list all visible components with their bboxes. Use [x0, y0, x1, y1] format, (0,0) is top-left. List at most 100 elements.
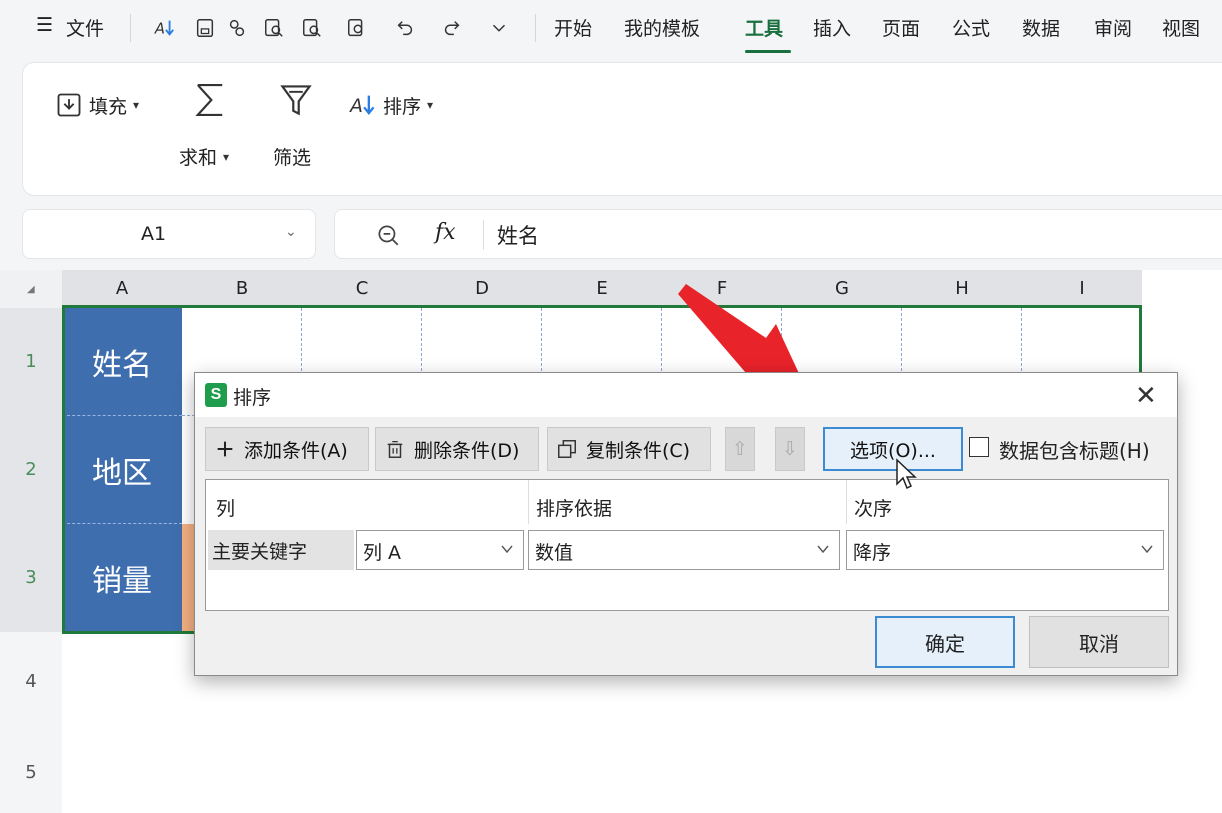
sort-dialog: S 排序 ✕ 添加条件(A) 删除条件(D) 复制条件(C) ⇧ ⇩ 选项(O)…: [194, 372, 1178, 676]
grid-divider: [528, 480, 529, 524]
fx-icon[interactable]: fx: [435, 220, 456, 245]
chevron-down-icon: [817, 545, 829, 554]
basis-select-value: 数值: [535, 542, 574, 564]
copy-icon: [558, 440, 576, 458]
dialog-title-bar[interactable]: S 排序 ✕: [195, 373, 1177, 417]
cancel-button[interactable]: 取消: [1029, 616, 1169, 668]
column-basis-header: 排序依据: [536, 498, 613, 520]
add-condition-button[interactable]: 添加条件(A): [205, 427, 369, 471]
tab-data[interactable]: 数据: [1022, 14, 1060, 41]
plus-icon: [217, 441, 233, 457]
row-header-5[interactable]: 5: [0, 732, 62, 813]
copy-condition-button[interactable]: 复制条件(C): [547, 427, 711, 471]
filter-icon[interactable]: [277, 81, 315, 119]
find-icon[interactable]: [300, 14, 324, 42]
menu-hamburger-icon[interactable]: ☰: [36, 14, 53, 36]
fill-label: 填充: [89, 95, 128, 118]
delete-condition-button[interactable]: 删除条件(D): [375, 427, 539, 471]
order-select-value: 降序: [853, 542, 892, 564]
name-box[interactable]: A1 ⌄: [22, 209, 316, 259]
order-select[interactable]: 降序: [846, 530, 1164, 570]
column-header-d[interactable]: D: [422, 270, 542, 308]
sort-dropdown-icon: ▾: [427, 98, 434, 112]
move-up-button[interactable]: ⇧: [725, 427, 755, 471]
column-col-header: 列: [216, 498, 236, 520]
sort-label: 排序: [383, 95, 422, 118]
save-icon[interactable]: [193, 14, 217, 42]
column-header-b[interactable]: B: [182, 270, 302, 308]
more-chevron-down-icon[interactable]: [487, 14, 511, 42]
row-header-4[interactable]: 4: [0, 632, 62, 732]
undo-icon[interactable]: [393, 14, 417, 42]
tab-my-templates[interactable]: 我的模板: [624, 14, 700, 41]
sort-quick-icon[interactable]: A: [153, 14, 177, 42]
sum-label: 求和: [179, 147, 218, 169]
svg-text:A: A: [349, 96, 363, 117]
delete-condition-label: 删除条件(D): [414, 439, 520, 462]
tab-page[interactable]: 页面: [882, 14, 920, 41]
menu-file[interactable]: 文件: [66, 14, 104, 41]
svg-text:A: A: [154, 21, 165, 38]
menu-divider: [535, 14, 536, 42]
sum-icon[interactable]: [191, 81, 229, 119]
row-header-2[interactable]: 2: [0, 416, 62, 524]
add-condition-label: 添加条件(A): [244, 439, 348, 462]
row-header-1[interactable]: 1: [0, 308, 62, 416]
redo-icon[interactable]: [440, 14, 464, 42]
menu-divider: [130, 14, 131, 42]
sort-button[interactable]: A 排序 ▾: [349, 91, 433, 119]
formula-bar[interactable]: fx 姓名: [334, 209, 1222, 259]
mouse-pointer-icon: [896, 458, 917, 490]
column-header-h[interactable]: H: [902, 270, 1022, 308]
tab-insert[interactable]: 插入: [813, 14, 851, 41]
fill-icon: [57, 93, 81, 117]
trash-icon: [387, 441, 403, 458]
copy-condition-label: 复制条件(C): [586, 439, 691, 462]
dialog-title: 排序: [233, 387, 272, 409]
cell-a3[interactable]: 销量: [62, 524, 182, 632]
app-logo-icon: S: [205, 383, 227, 407]
tab-start[interactable]: 开始: [554, 14, 592, 41]
sort-icon: A: [349, 95, 375, 117]
fill-dropdown-icon: ▾: [133, 98, 140, 112]
column-header-i[interactable]: I: [1022, 270, 1142, 308]
ribbon-panel: 填充 ▾ 求和 ▾ 筛选 A 排序 ▾: [22, 62, 1222, 196]
formula-input[interactable]: 姓名: [497, 220, 539, 250]
column-header-c[interactable]: C: [302, 270, 422, 308]
tab-tools[interactable]: 工具: [745, 14, 783, 41]
name-box-chevron-down-icon[interactable]: ⌄: [285, 224, 297, 240]
tab-review[interactable]: 审阅: [1094, 14, 1132, 41]
has-header-checkbox[interactable]: [969, 437, 989, 457]
move-down-button[interactable]: ⇩: [775, 427, 805, 471]
tab-formula[interactable]: 公式: [952, 14, 990, 41]
print-preview-icon[interactable]: [262, 14, 286, 42]
has-header-label: 数据包含标题(H): [999, 439, 1150, 463]
select-all-corner[interactable]: ◢: [0, 270, 62, 308]
active-tab-indicator: [745, 50, 791, 53]
row-header-3[interactable]: 3: [0, 524, 62, 632]
zoom-icon[interactable]: [345, 14, 369, 42]
grid-divider: [846, 480, 847, 524]
ok-button[interactable]: 确定: [875, 616, 1015, 668]
cell-a2[interactable]: 地区: [62, 416, 182, 524]
cell-a1[interactable]: 姓名: [62, 308, 182, 416]
filter-button[interactable]: 筛选: [273, 143, 311, 170]
arrow-up-icon: ⇧: [732, 438, 748, 460]
close-icon[interactable]: ✕: [1135, 381, 1157, 411]
zoom-formula-icon[interactable]: [375, 222, 401, 248]
formula-divider: [483, 220, 484, 250]
arrow-down-icon: ⇩: [782, 438, 798, 460]
chevron-down-icon: [1141, 545, 1153, 554]
filter-label: 筛选: [273, 147, 312, 169]
sort-conditions-table: 列 排序依据 次序 主要关键字 列 A 数值 降序: [205, 479, 1169, 611]
column-header-a[interactable]: A: [62, 270, 182, 308]
sum-button[interactable]: 求和 ▾: [179, 143, 229, 170]
column-header-e[interactable]: E: [542, 270, 662, 308]
basis-select[interactable]: 数值: [528, 530, 840, 570]
column-select[interactable]: 列 A: [356, 530, 524, 570]
tab-view[interactable]: 视图: [1162, 14, 1200, 41]
fill-button[interactable]: 填充 ▾: [55, 91, 139, 119]
format-painter-icon[interactable]: [225, 14, 249, 42]
cell-reference: A1: [141, 223, 167, 245]
column-select-value: 列 A: [363, 542, 402, 564]
